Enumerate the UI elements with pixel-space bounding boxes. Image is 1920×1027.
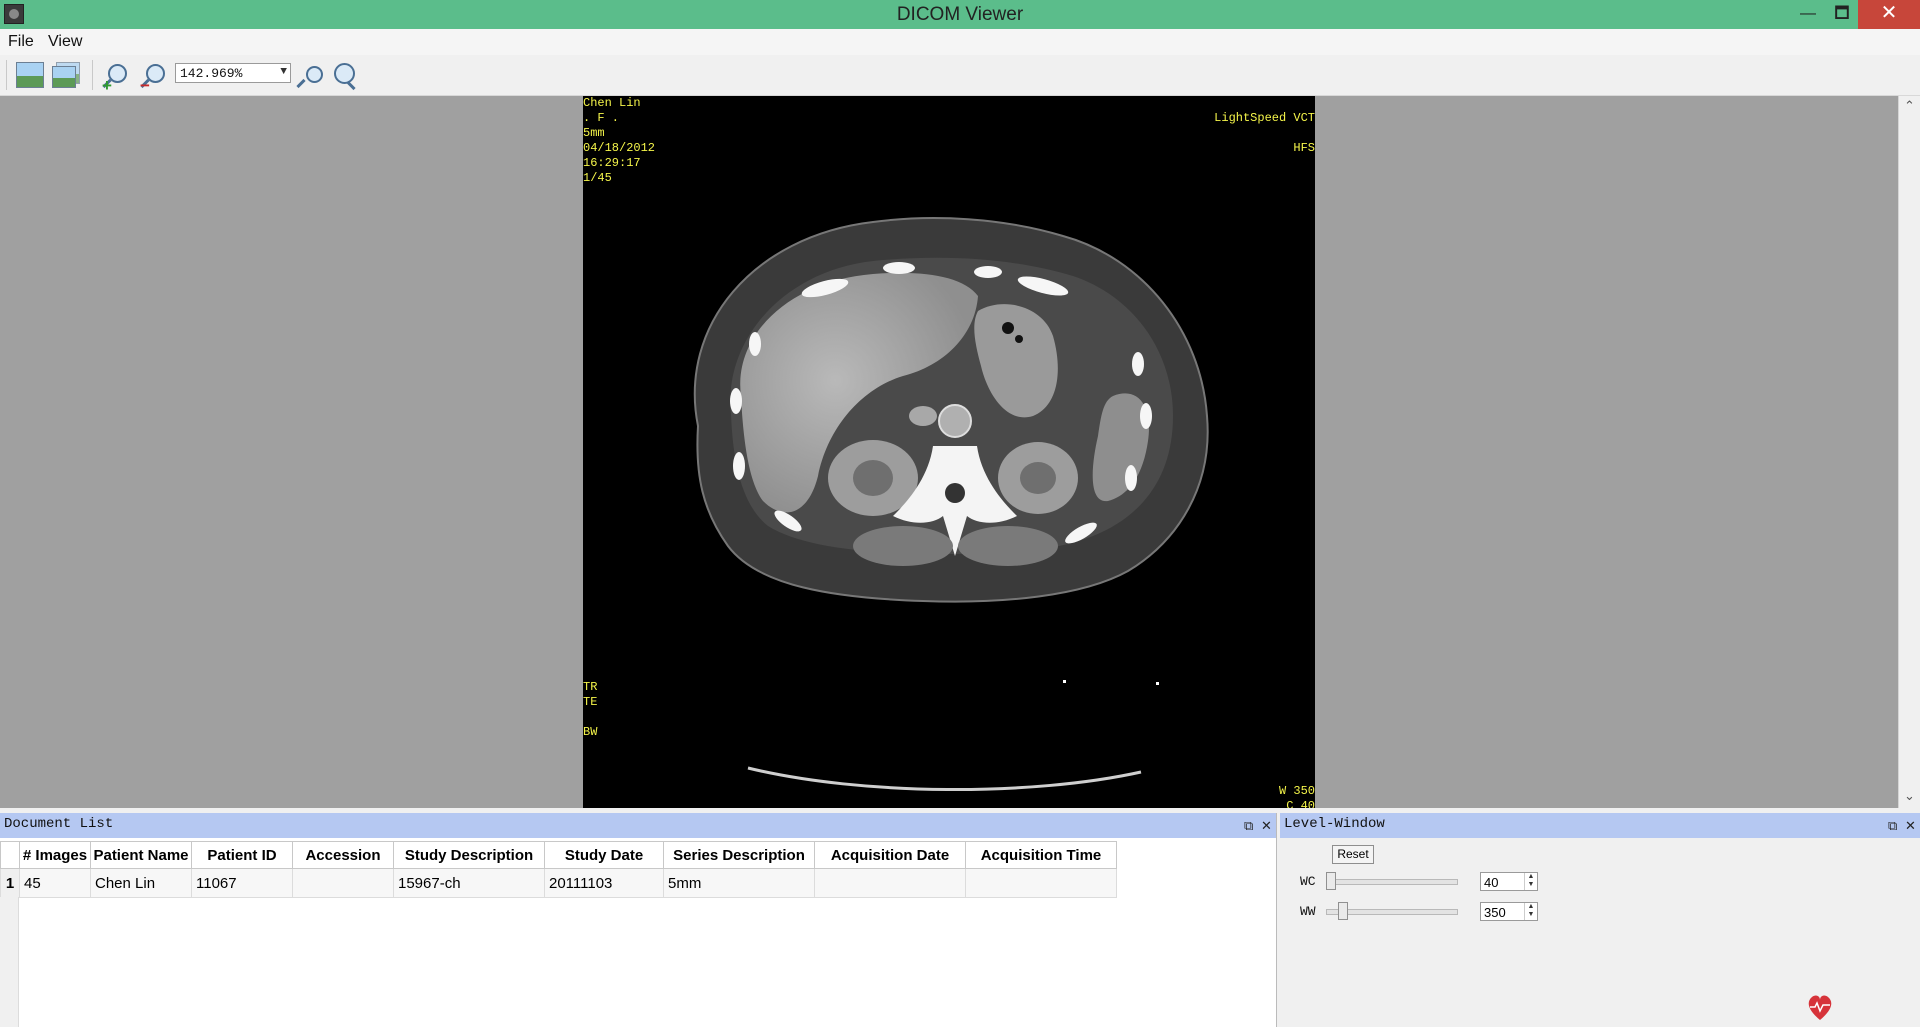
zoom-level-select[interactable]: 142.969% ▼ — [175, 63, 291, 83]
vertical-scrollbar[interactable]: ⌃ ⌄ — [1898, 96, 1920, 808]
cell-study-description[interactable]: 15967-ch — [393, 868, 545, 898]
dicom-image[interactable]: Chen Lin . F . 5mm 04/18/2012 16:29:17 1… — [583, 96, 1315, 808]
level-window-title-text: Level-Window — [1284, 816, 1385, 832]
overlay-time: 16:29:17 — [583, 156, 641, 170]
column-header-patient-id[interactable]: Patient ID — [191, 841, 293, 869]
overlay-slice-thickness: 5mm — [583, 126, 605, 140]
level-window-title: Level-Window — [1280, 813, 1920, 838]
overlay-tr: TR — [583, 680, 598, 694]
watermark-logo — [1806, 990, 1918, 1026]
cell-accession[interactable] — [292, 868, 394, 898]
ww-value: 350 — [1484, 905, 1506, 920]
maximize-button[interactable]: 🗖 — [1824, 0, 1860, 29]
wc-slider-thumb[interactable] — [1326, 872, 1336, 890]
overlay-scanner: LightSpeed VCT — [1214, 111, 1315, 125]
overlay-sex: . F . — [583, 111, 620, 125]
column-header-accession[interactable]: Accession — [292, 841, 394, 869]
close-button[interactable]: ✕ — [1858, 0, 1920, 29]
column-header-study-date[interactable]: Study Date — [544, 841, 664, 869]
column-header-patient-name[interactable]: Patient Name — [90, 841, 192, 869]
ww-spinbox[interactable]: 350 ▲ ▼ — [1480, 902, 1538, 921]
menu-file[interactable]: File — [8, 33, 34, 51]
open-series-icon[interactable] — [52, 62, 80, 88]
ww-label: WW — [1300, 904, 1316, 919]
zoom-in-icon[interactable]: + — [102, 62, 130, 95]
float-panel-icon[interactable]: ⧉ — [1888, 818, 1897, 834]
overlay-image-index: 1/45 — [583, 171, 612, 185]
row-number[interactable]: 1 — [0, 868, 20, 898]
wc-slider-track[interactable] — [1326, 879, 1458, 885]
zoom-out-icon[interactable]: − — [140, 62, 168, 95]
spin-arrows-icon[interactable]: ▲ ▼ — [1524, 873, 1537, 890]
wc-label: WC — [1300, 874, 1316, 889]
overlay-patient-name: Chen Lin — [583, 96, 641, 110]
menu-view[interactable]: View — [48, 33, 82, 51]
row-header-gutter — [0, 897, 19, 1027]
title-bar: DICOM Viewer — 🗖 ✕ — [0, 0, 1920, 29]
scroll-down-icon[interactable]: ⌄ — [1899, 788, 1920, 804]
overlay-date: 04/18/2012 — [583, 141, 656, 155]
overlay-position: HFS — [1293, 141, 1315, 155]
wc-spinbox[interactable]: 40 ▲ ▼ — [1480, 872, 1538, 891]
cell-acquisition-date[interactable] — [814, 868, 966, 898]
document-list-title: Document List — [0, 813, 1276, 838]
zoom-actual-icon[interactable] — [332, 62, 360, 91]
minimize-button[interactable]: — — [1790, 0, 1826, 29]
cell-images[interactable]: 45 — [19, 868, 91, 898]
scroll-up-icon[interactable]: ⌃ — [1899, 98, 1920, 114]
column-header-acquisition-date[interactable]: Acquisition Date — [814, 841, 966, 869]
column-header-study-description[interactable]: Study Description — [393, 841, 545, 869]
menu-bar: File View — [0, 29, 1920, 55]
chevron-down-icon: ▼ — [280, 66, 287, 78]
overlay-window-width: W 350 — [1278, 784, 1315, 798]
float-panel-icon[interactable]: ⧉ — [1244, 818, 1253, 834]
column-header-series-description[interactable]: Series Description — [663, 841, 815, 869]
spin-arrows-icon[interactable]: ▲ ▼ — [1524, 903, 1537, 920]
column-header-images[interactable]: # Images — [19, 841, 91, 869]
document-list-title-text: Document List — [4, 816, 114, 832]
close-panel-icon[interactable]: ✕ — [1261, 818, 1272, 834]
cell-series-description[interactable]: 5mm — [663, 868, 815, 898]
document-list-panel: Document List ⧉ ✕ # Images Patient Name … — [0, 813, 1277, 1027]
zoom-fit-icon[interactable] — [296, 62, 324, 89]
document-table: # Images Patient Name Patient ID Accessi… — [0, 841, 1117, 898]
cell-patient-name[interactable]: Chen Lin — [90, 868, 192, 898]
table-header-row: # Images Patient Name Patient ID Accessi… — [0, 841, 1117, 869]
table-row[interactable]: 1 45 Chen Lin 11067 15967-ch 20111103 5m… — [0, 868, 1117, 898]
overlay-window-center: C 40 — [1286, 799, 1315, 808]
reset-button[interactable]: Reset — [1332, 845, 1374, 864]
toolbar-separator — [92, 60, 93, 90]
toolbar-separator — [6, 60, 7, 90]
overlay-te: TE — [583, 695, 598, 709]
heart-logo-icon — [1808, 995, 1832, 1020]
window-title: DICOM Viewer — [896, 4, 1024, 25]
cell-study-date[interactable]: 20111103 — [544, 868, 664, 898]
open-image-icon[interactable] — [16, 62, 44, 88]
zoom-level-value: 142.969% — [180, 66, 243, 81]
overlay-bw: BW — [583, 725, 598, 739]
ct-scan-image — [693, 217, 1209, 791]
ww-slider-thumb[interactable] — [1338, 902, 1348, 920]
cell-acquisition-time[interactable] — [965, 868, 1117, 898]
cell-patient-id[interactable]: 11067 — [191, 868, 293, 898]
column-header-acquisition-time[interactable]: Acquisition Time — [965, 841, 1117, 869]
close-panel-icon[interactable]: ✕ — [1905, 818, 1916, 834]
row-header-corner — [0, 841, 20, 869]
wc-value: 40 — [1484, 875, 1499, 890]
